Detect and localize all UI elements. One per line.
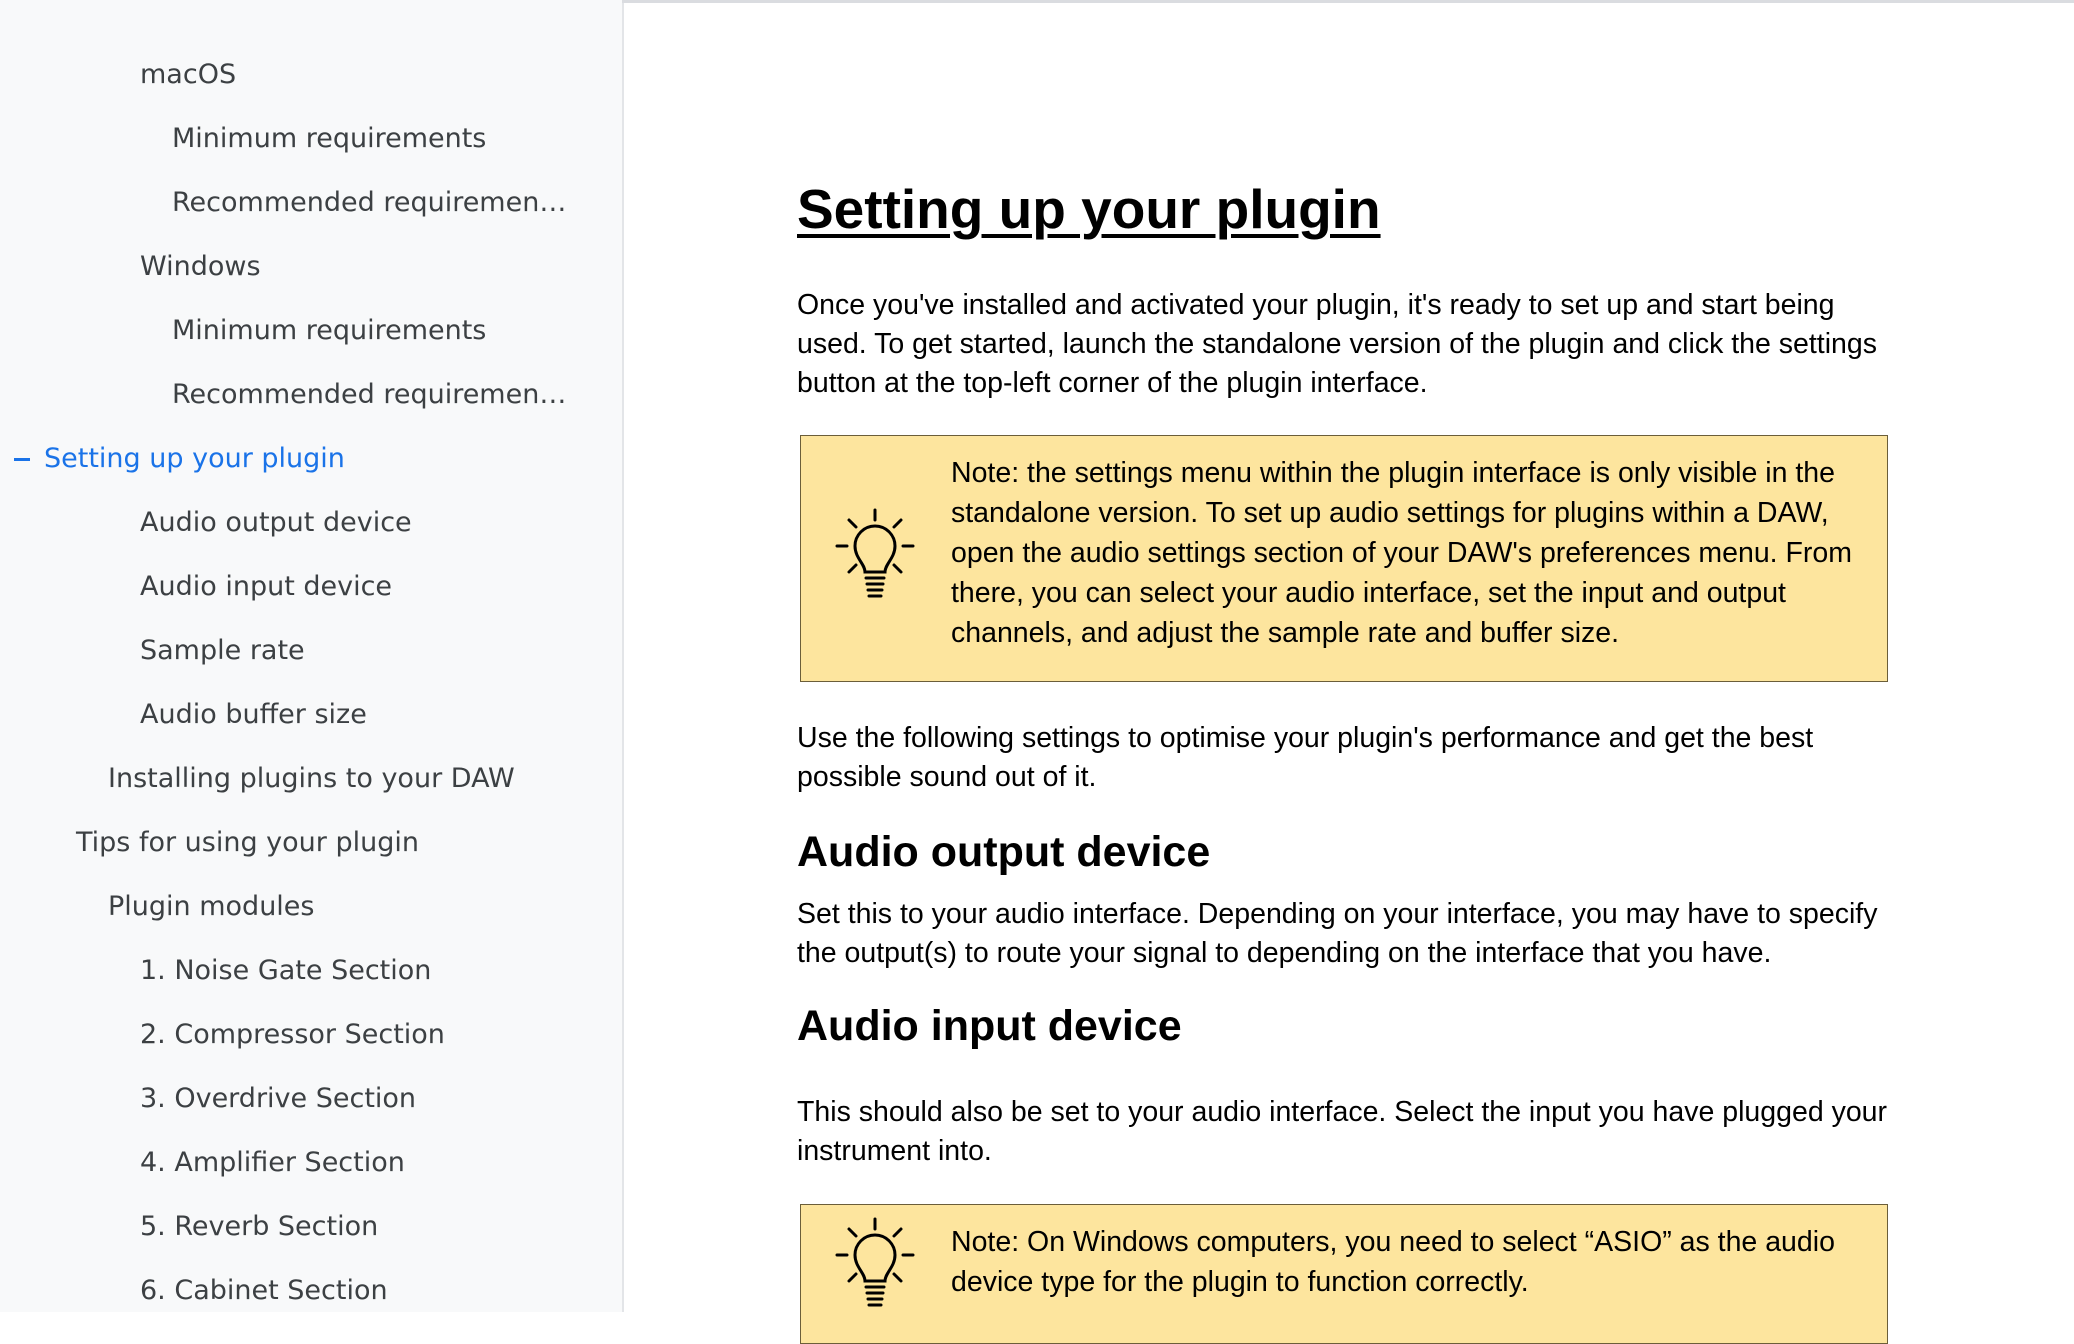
outline-item[interactable]: Tips for using your plugin (76, 823, 419, 863)
outline-item[interactable]: Recommended requiremen… (172, 375, 566, 415)
outline-item[interactable]: Setting up your plugin (14, 439, 345, 479)
outline-item-label: Setting up your plugin (44, 443, 345, 474)
note-callout-settings: Note: the settings menu within the plugi… (800, 435, 1888, 682)
document-top-border (622, 0, 2074, 3)
document-heading-title: Setting up your plugin (797, 178, 1381, 240)
document-outline: macOS Minimum requirements Recommended req… (0, 0, 624, 1312)
note-callout-text: Note: the settings menu within the plugi… (951, 457, 1852, 649)
lightbulb-icon (835, 508, 915, 598)
outline-item[interactable]: 3. Overdrive Section (140, 1079, 416, 1119)
active-indicator-dash (14, 458, 30, 461)
note-callout-asio: Note: On Windows computers, you need to … (800, 1204, 1888, 1344)
outline-item[interactable]: Plugin modules (108, 887, 314, 927)
outline-item[interactable]: 2. Compressor Section (140, 1015, 445, 1055)
outline-item[interactable]: Installing plugins to your DAW (108, 759, 515, 799)
settings-intro-paragraph: Use the following settings to optimise y… (797, 722, 1814, 793)
outline-item[interactable]: Minimum requirements (172, 119, 486, 159)
outline-item[interactable]: Audio buffer size (140, 695, 367, 735)
outline-item[interactable]: 4. Amplifier Section (140, 1143, 405, 1183)
audio-output-paragraph: Set this to your audio interface. Depend… (797, 898, 1878, 969)
audio-input-paragraph: This should also be set to your audio in… (797, 1096, 1888, 1167)
note-callout-text: Note: On Windows computers, you need to … (951, 1226, 1835, 1298)
outline-item[interactable]: Sample rate (140, 631, 305, 671)
lightbulb-icon (835, 1217, 915, 1307)
outline-item[interactable]: Windows (140, 247, 261, 287)
outline-item[interactable]: Recommended requiremen… (172, 183, 566, 223)
outline-item[interactable]: macOS (140, 55, 236, 95)
intro-paragraph: Once you've installed and activated your… (797, 289, 1878, 399)
outline-item[interactable]: Audio input device (140, 567, 392, 607)
outline-item[interactable]: Audio output device (140, 503, 412, 543)
back-arrow-icon[interactable] (44, 0, 68, 6)
outline-item[interactable]: 5. Reverb Section (140, 1207, 378, 1247)
heading-audio-output-device: Audio output device (797, 828, 1211, 876)
outline-item[interactable]: 6. Cabinet Section (140, 1271, 388, 1311)
outline-item[interactable]: 1. Noise Gate Section (140, 951, 431, 991)
outline-item[interactable]: Minimum requirements (172, 311, 486, 351)
heading-audio-input-device: Audio input device (797, 1002, 1182, 1050)
